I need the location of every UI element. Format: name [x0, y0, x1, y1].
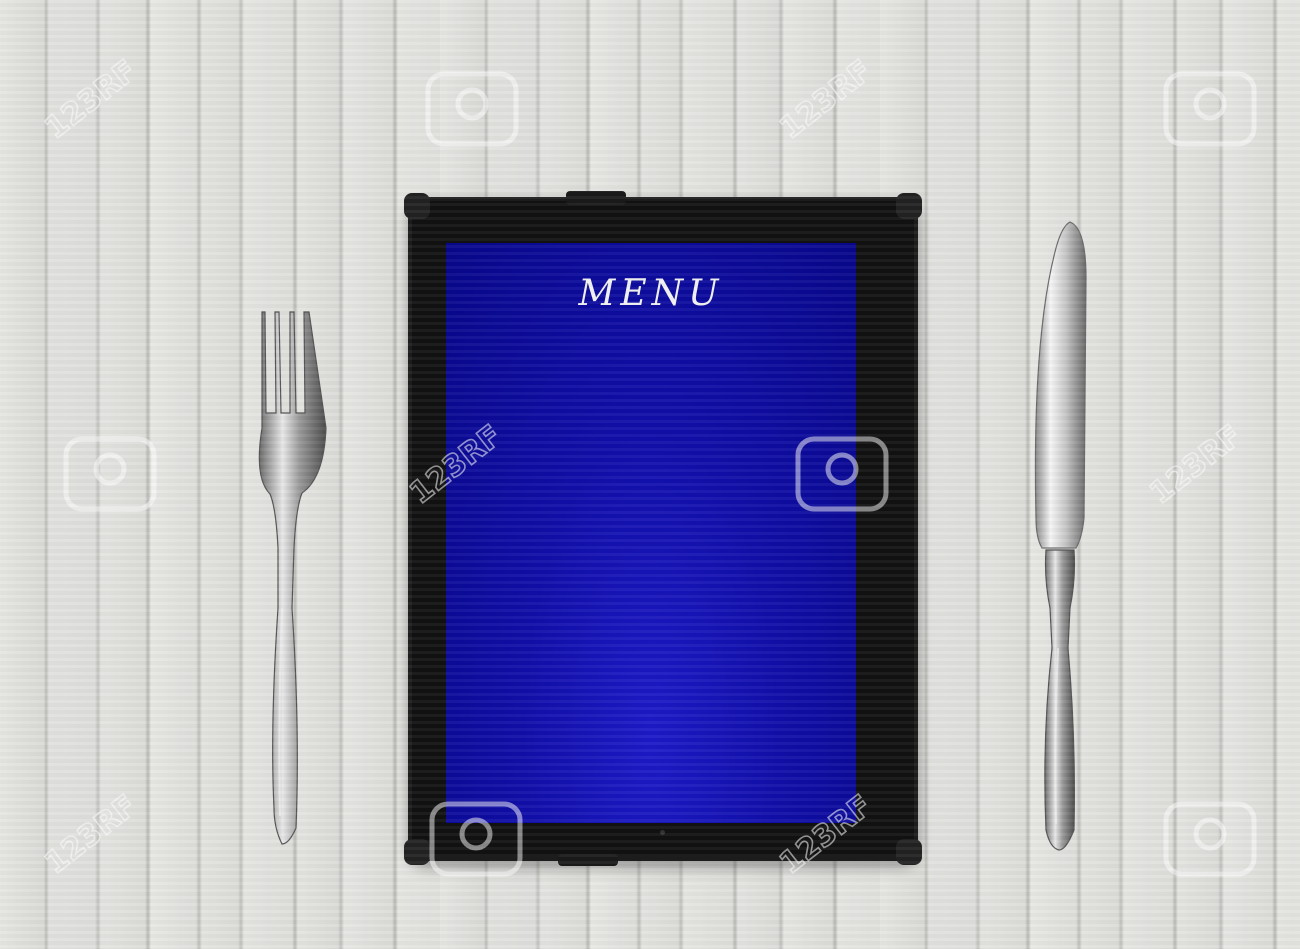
case-corner: [896, 839, 922, 865]
camera-dot: [660, 830, 665, 835]
tablet-device: MENU: [404, 191, 922, 866]
svg-text:123RF: 123RF: [38, 53, 143, 146]
camera-watermark-icon: [1163, 71, 1257, 147]
case-strap-top: [566, 191, 626, 205]
svg-text:123RF: 123RF: [38, 788, 143, 881]
svg-text:123RF: 123RF: [773, 53, 878, 146]
watermark-text: 123RF: [38, 788, 145, 883]
knife-icon: [1034, 221, 1087, 851]
case-corner: [896, 193, 922, 219]
tablet-screen: MENU: [446, 243, 856, 823]
case-strap-bottom: [558, 854, 618, 866]
camera-watermark-icon: [1163, 801, 1257, 877]
fork-icon: [258, 311, 327, 845]
camera-watermark-icon: [425, 71, 519, 147]
watermark-text: 123RF: [1143, 418, 1250, 513]
watermark-text: 123RF: [38, 53, 145, 148]
watermark-text: 123RF: [773, 53, 880, 148]
wooden-table: MENU 123RF 123RF 123RF 123RF 123RF 123RF: [0, 0, 1300, 949]
svg-text:123RF: 123RF: [1143, 418, 1248, 511]
case-corner: [404, 193, 430, 219]
camera-watermark-icon: [63, 436, 157, 512]
case-corner: [404, 839, 430, 865]
menu-title: MENU: [578, 273, 724, 314]
